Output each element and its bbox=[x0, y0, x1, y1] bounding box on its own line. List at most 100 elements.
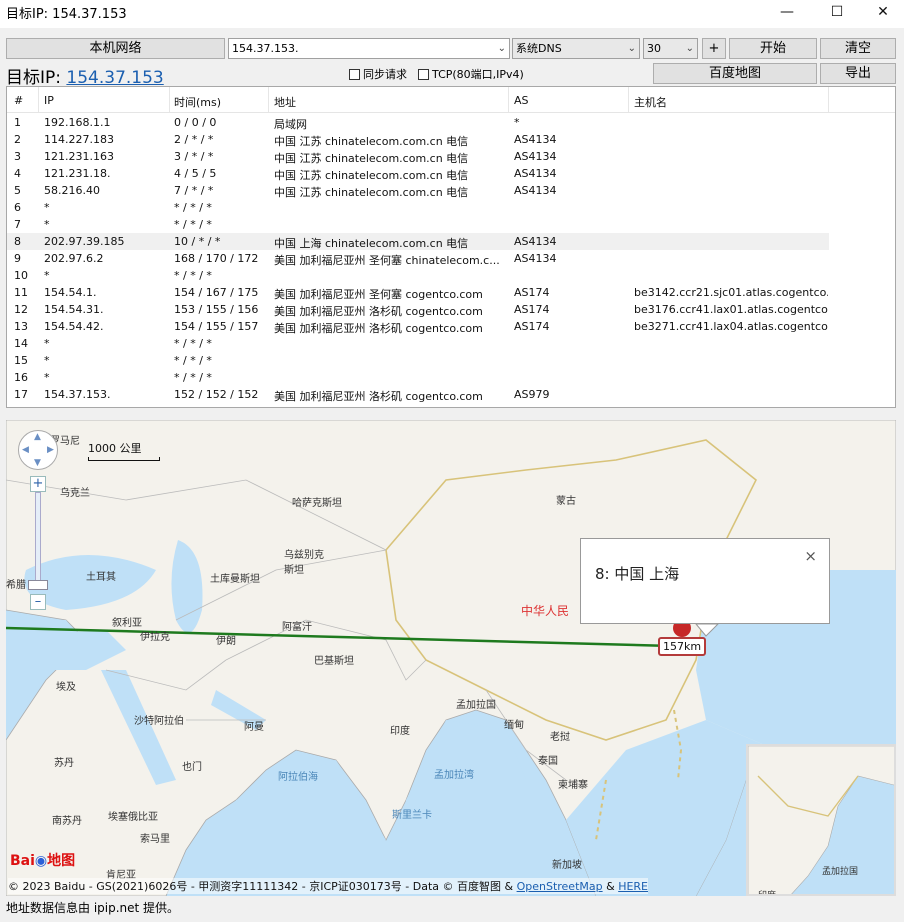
table-row[interactable]: 7 * * / * / * bbox=[7, 216, 829, 233]
col-header-hostname[interactable]: 主机名 bbox=[634, 94, 667, 110]
dns-select-value: 系统DNS bbox=[516, 42, 562, 55]
map-label-myanmar: 缅甸 bbox=[504, 720, 524, 731]
sync-request-checkbox[interactable]: 同步请求 bbox=[349, 66, 407, 82]
pan-right-icon[interactable]: ▶ bbox=[47, 445, 54, 455]
table-row[interactable]: 9 202.97.6.2 168 / 170 / 172 美国 加利福尼亚州 圣何塞 … bbox=[7, 250, 829, 267]
cell-as: AS174 bbox=[514, 303, 550, 316]
column-divider[interactable] bbox=[628, 87, 629, 112]
table-row[interactable]: 2 114.227.183 2 / * / * 中国 江苏 chinatelecom.… bbox=[7, 131, 829, 148]
pan-left-icon[interactable]: ◀ bbox=[22, 445, 29, 455]
map-label-turkmenistan: 土库曼斯坦 bbox=[210, 574, 260, 585]
baidu-map[interactable]: 罗马尼 乌克兰 哈萨克斯坦 蒙古 乌兹别克 斯坦 土耳其 土库曼斯坦 中华人民 … bbox=[6, 420, 896, 896]
map-label-india: 印度 bbox=[390, 726, 410, 737]
table-row[interactable]: 13 154.54.42. 154 / 155 / 157 美国 加利福尼亚州 洛杉矶… bbox=[7, 318, 829, 335]
tcp-checkbox[interactable]: TCP(80端口,IPv4) bbox=[418, 66, 524, 82]
cell-ip: 154.54.31. bbox=[44, 303, 104, 316]
cell-n: 1 bbox=[14, 116, 21, 129]
cell-ip: 58.216.40 bbox=[44, 184, 100, 197]
zoom-out-button[interactable]: – bbox=[30, 594, 46, 610]
add-button[interactable]: + bbox=[702, 38, 726, 59]
table-row[interactable]: 11 154.54.1. 154 / 167 / 175 美国 加利福尼亚州 圣何塞 … bbox=[7, 284, 829, 301]
overview-map[interactable]: 孟加拉国 印度 bbox=[746, 744, 896, 896]
zoom-in-button[interactable]: + bbox=[30, 476, 46, 492]
pan-control[interactable]: ▲ ▼ ◀ ▶ bbox=[18, 430, 58, 470]
map-label-turkey: 土耳其 bbox=[86, 572, 116, 583]
close-icon[interactable]: ✕ bbox=[860, 0, 904, 24]
col-header-ip[interactable]: IP bbox=[44, 94, 54, 107]
cell-time: * / * / * bbox=[174, 218, 212, 231]
col-header-time[interactable]: 时间(ms) bbox=[174, 94, 221, 110]
column-divider[interactable] bbox=[508, 87, 509, 112]
map-label-oman: 阿曼 bbox=[244, 722, 264, 733]
cell-time: * / * / * bbox=[174, 337, 212, 350]
cell-as: AS4134 bbox=[514, 184, 557, 197]
cell-n: 2 bbox=[14, 133, 21, 146]
map-label-bay-of-bengal: 孟加拉湾 bbox=[434, 770, 474, 781]
map-label-thailand: 泰国 bbox=[538, 756, 558, 767]
zoom-slider-track[interactable] bbox=[35, 492, 41, 584]
trace-table[interactable]: # IP 时间(ms) 地址 AS 主机名 1 192.168.1.1 0 / 0 … bbox=[6, 86, 896, 408]
cell-as: AS174 bbox=[514, 286, 550, 299]
table-row[interactable]: 5 58.216.40 7 / * / * 中国 江苏 chinatelecom.co… bbox=[7, 182, 829, 199]
export-button[interactable]: 导出 bbox=[820, 63, 896, 84]
table-row[interactable]: 17 154.37.153. 152 / 152 / 152 美国 加利福尼亚州 洛杉… bbox=[7, 386, 829, 403]
cell-n: 14 bbox=[14, 337, 28, 350]
map-label-singapore: 新加坡 bbox=[552, 860, 582, 871]
start-button[interactable]: 开始 bbox=[729, 38, 817, 59]
table-row[interactable]: 12 154.54.31. 153 / 155 / 156 美国 加利福尼亚州 洛杉矶… bbox=[7, 301, 829, 318]
baidu-map-button[interactable]: 百度地图 bbox=[653, 63, 817, 84]
zoom-slider-handle[interactable] bbox=[28, 580, 48, 590]
chevron-down-icon: ⌄ bbox=[627, 43, 636, 54]
checkbox-icon bbox=[418, 68, 429, 80]
target-input[interactable]: 154.37.153. ⌄ bbox=[228, 38, 510, 59]
cell-ip: 114.227.183 bbox=[44, 133, 114, 146]
cell-time: * / * / * bbox=[174, 269, 212, 282]
hop-count-select[interactable]: 30 ⌄ bbox=[643, 38, 698, 59]
table-row[interactable]: 10 * * / * / * bbox=[7, 267, 829, 284]
clear-button[interactable]: 清空 bbox=[820, 38, 896, 59]
column-divider[interactable] bbox=[169, 87, 170, 112]
table-row[interactable]: 16 * * / * / * bbox=[7, 369, 829, 386]
table-row[interactable]: 15 * * / * / * bbox=[7, 352, 829, 369]
column-divider[interactable] bbox=[268, 87, 269, 112]
table-row[interactable]: 4 121.231.18. 4 / 5 / 5 中国 江苏 chinatelecom.… bbox=[7, 165, 829, 182]
cell-time: 154 / 167 / 175 bbox=[174, 286, 259, 299]
cell-time: 10 / * / * bbox=[174, 235, 221, 248]
minimize-icon[interactable]: — bbox=[764, 0, 810, 24]
cell-host: be3271.ccr41.lax04.atlas.cogentco.... bbox=[634, 320, 828, 333]
column-divider[interactable] bbox=[38, 87, 39, 112]
target-ip-label: 目标IP: 154.37.153 bbox=[6, 63, 164, 88]
pan-up-icon[interactable]: ▲ bbox=[34, 432, 41, 442]
table-row[interactable]: 6 * * / * / * bbox=[7, 199, 829, 216]
map-label-syria: 叙利亚 bbox=[112, 618, 142, 629]
map-label-iran: 伊朗 bbox=[216, 636, 236, 647]
table-row[interactable]: 1 192.168.1.1 0 / 0 / 0 局域网 * bbox=[7, 114, 829, 131]
cell-addr: 美国 加利福尼亚州 洛杉矶 cogentco.com bbox=[274, 322, 483, 335]
map-label-uzbekistan: 乌兹别克 斯坦 bbox=[284, 550, 324, 576]
column-divider[interactable] bbox=[828, 87, 829, 112]
status-text: 地址数据信息由 ipip.net 提供。 bbox=[6, 901, 180, 915]
table-row[interactable]: 14 * * / * / * bbox=[7, 335, 829, 352]
osm-link[interactable]: OpenStreetMap bbox=[517, 880, 603, 893]
cell-addr: 中国 江苏 chinatelecom.com.cn 电信 bbox=[274, 152, 469, 165]
col-header-num[interactable]: # bbox=[14, 94, 23, 107]
dns-select[interactable]: 系统DNS ⌄ bbox=[512, 38, 640, 59]
col-header-address[interactable]: 地址 bbox=[274, 94, 296, 110]
popup-close-icon[interactable]: × bbox=[804, 547, 817, 565]
pan-down-icon[interactable]: ▼ bbox=[34, 458, 41, 468]
table-row[interactable]: 3 121.231.163 3 / * / * 中国 江苏 chinatelecom.… bbox=[7, 148, 829, 165]
popup-text: 8: 中国 上海 bbox=[595, 565, 680, 583]
cell-addr: 美国 加利福尼亚州 圣何塞 chinatelecom.c... bbox=[274, 254, 500, 267]
col-header-as[interactable]: AS bbox=[514, 94, 529, 107]
here-link[interactable]: HERE bbox=[618, 880, 648, 893]
map-label-cambodia: 柬埔寨 bbox=[558, 780, 588, 791]
map-label-iraq: 伊拉克 bbox=[140, 632, 170, 643]
maximize-icon[interactable]: ☐ bbox=[814, 0, 860, 24]
target-ip-link[interactable]: 154.37.153 bbox=[66, 68, 163, 88]
cell-ip: 154.37.153. bbox=[44, 388, 111, 401]
table-row[interactable]: 8 202.97.39.185 10 / * / * 中国 上海 chinatelec… bbox=[7, 233, 829, 250]
cell-as: AS4134 bbox=[514, 235, 557, 248]
cell-ip: 202.97.6.2 bbox=[44, 252, 104, 265]
local-network-button[interactable]: 本机网络 bbox=[6, 38, 225, 59]
cell-ip: 154.54.42. bbox=[44, 320, 104, 333]
